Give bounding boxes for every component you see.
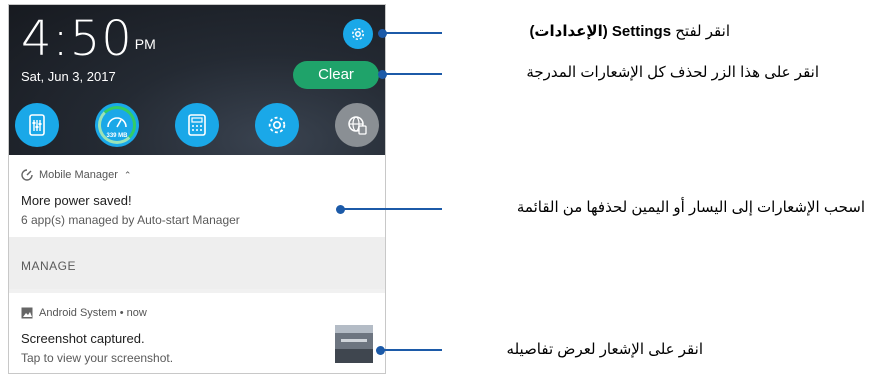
boost-icon xyxy=(107,117,127,128)
notification-mobile-manager[interactable]: Mobile Manager ⌃ More power saved! 6 app… xyxy=(9,155,385,237)
settings-tile-icon xyxy=(268,116,286,134)
settings-tile[interactable] xyxy=(255,103,299,147)
callout-settings-word: Settings xyxy=(611,23,672,40)
audio-wizard-tile[interactable] xyxy=(15,103,59,147)
clear-button[interactable]: Clear xyxy=(293,61,379,89)
network-tile[interactable] xyxy=(335,103,379,147)
callout-settings: انقر لفتح Settings (الإعدادات) xyxy=(529,22,730,40)
callout-settings-prefix: انقر لفتح xyxy=(675,23,730,40)
callout-settings-suffix: (الإعدادات) xyxy=(529,23,608,40)
manage-section[interactable]: MANAGE xyxy=(9,237,385,289)
calculator-icon xyxy=(188,114,206,136)
callout-line xyxy=(382,73,442,75)
notification-panel: 4:50 PM Sat, Jun 3, 2017 Clear 339 MB Mo… xyxy=(8,4,386,374)
chevron-up-icon[interactable]: ⌃ xyxy=(124,170,132,181)
clock-time: 4:50 xyxy=(21,11,133,67)
notification-body: 6 app(s) managed by Auto-start Manager xyxy=(21,213,240,227)
notification-android-system[interactable]: Android System • now Screenshot captured… xyxy=(9,293,385,373)
settings-button[interactable] xyxy=(343,19,373,49)
network-icon xyxy=(348,116,367,135)
notification-title: More power saved! xyxy=(21,193,132,208)
callout-line xyxy=(340,208,442,210)
gear-icon xyxy=(352,28,364,40)
notification-title: Screenshot captured. xyxy=(21,331,145,346)
notification-body: Tap to view your screenshot. xyxy=(21,351,174,365)
calculator-tile[interactable] xyxy=(175,103,219,147)
callout-swipe: اسحب الإشعارات إلى اليسار أو اليمين لحذف… xyxy=(516,199,865,216)
clock-ampm: PM xyxy=(134,36,156,52)
callout-line xyxy=(380,349,442,351)
boost-tile[interactable]: 339 MB xyxy=(95,103,139,147)
clock: 4:50 PM xyxy=(21,11,156,67)
callout-line xyxy=(382,32,442,34)
callout-clear: انقر على هذا الزر لحذف كل الإشعارات المد… xyxy=(526,64,819,81)
manage-label[interactable]: MANAGE xyxy=(21,259,76,273)
notification-app-name: Mobile Manager xyxy=(39,169,118,181)
image-icon xyxy=(21,307,33,319)
notification-app-row: Android System • now xyxy=(21,307,147,319)
callout-tap: انقر على الإشعار لعرض تفاصيله xyxy=(506,341,703,358)
date: Sat, Jun 3, 2017 xyxy=(21,69,116,84)
boost-memory-label: 339 MB xyxy=(106,133,128,139)
notification-app-row: Mobile Manager ⌃ xyxy=(21,169,131,181)
audio-wizard-icon xyxy=(29,114,45,136)
quick-settings-panel: 4:50 PM Sat, Jun 3, 2017 Clear 339 MB xyxy=(9,5,385,155)
notification-app-name: Android System • now xyxy=(39,307,147,319)
mobile-manager-icon xyxy=(21,169,33,181)
screenshot-thumbnail[interactable] xyxy=(335,325,373,363)
